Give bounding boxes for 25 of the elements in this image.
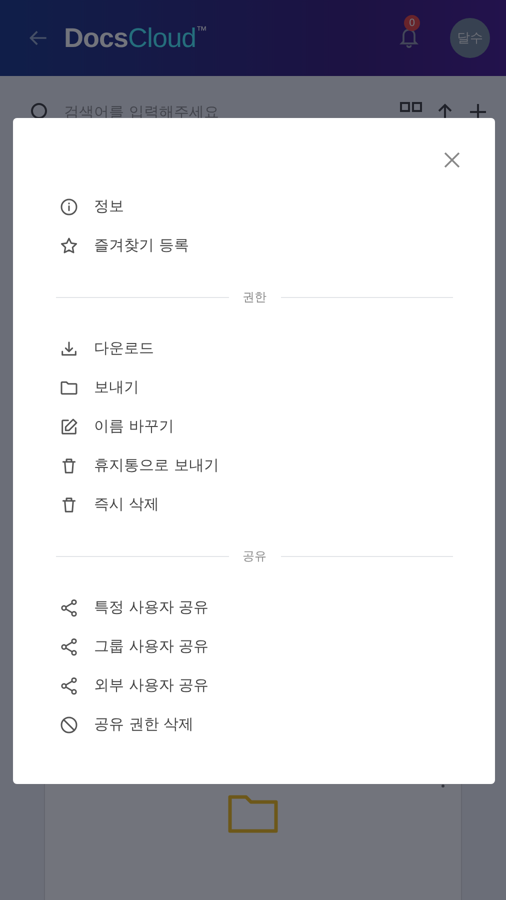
folder-icon — [228, 793, 278, 833]
share-icon — [59, 636, 79, 656]
menu-item[interactable]: 다운로드 — [56, 329, 453, 368]
share-icon — [59, 676, 79, 696]
menu-item[interactable]: 즉시 삭제 — [56, 485, 453, 524]
section-heading: 공유 — [242, 548, 266, 564]
menu-item[interactable]: 휴지통으로 보내기 — [56, 446, 453, 485]
share-icon — [59, 598, 79, 618]
menu-item[interactable]: 그룹 사용자 공유 — [56, 627, 453, 666]
star-icon — [59, 236, 79, 256]
info-icon — [59, 196, 79, 216]
block-icon — [59, 714, 79, 734]
close-icon[interactable] — [443, 151, 461, 169]
menu-item[interactable]: 보내기 — [56, 368, 453, 407]
menu-item[interactable]: 특정 사용자 공유 — [56, 588, 453, 627]
menu-item[interactable]: 정보 — [56, 187, 453, 226]
notification-badge: 0 — [404, 15, 420, 31]
edit-icon — [59, 416, 79, 436]
logo: DocsCloud$^{™}$ — [64, 22, 207, 54]
section-heading: 권한 — [242, 288, 266, 306]
menu-item[interactable]: 외부 사용자 공유 — [56, 666, 453, 705]
menu-item[interactable]: 즐겨찾기 등록 — [56, 226, 453, 265]
menu-item[interactable]: 공유 권한 삭제 — [56, 705, 453, 744]
menu-item[interactable]: 이름 바꾸기 — [56, 407, 453, 446]
download-icon — [59, 338, 79, 358]
